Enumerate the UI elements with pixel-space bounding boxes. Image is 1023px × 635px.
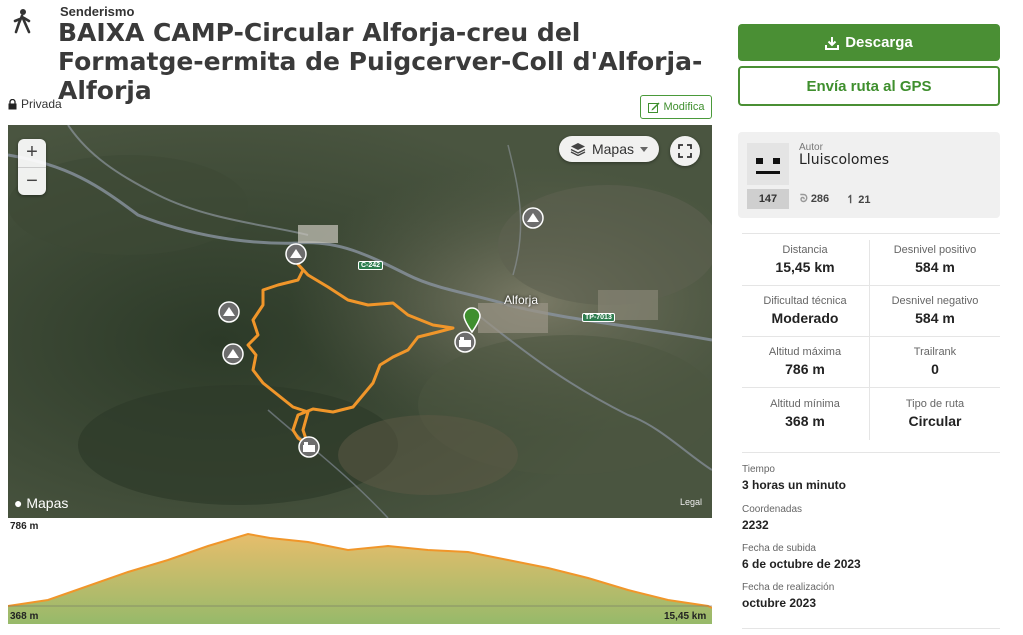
elevation-max-label: 786 m (10, 521, 39, 532)
elevation-distance-label: 15,45 km (664, 611, 707, 622)
detail-label: Fecha de subida (742, 543, 816, 554)
detail-value: 6 de octubre de 2023 (742, 557, 861, 571)
divider (742, 628, 1000, 629)
edit-label: Modifica (663, 101, 705, 113)
detail-label: Fecha de realización (742, 582, 835, 593)
waypoint-marker-icon[interactable] (454, 331, 476, 353)
stat-trailrank: Trailrank 0 (870, 346, 1000, 377)
author-rank-badge: 147 (747, 189, 789, 209)
download-icon (825, 36, 840, 50)
page-title: BAIXA CAMP-Circular Alforja-creu del For… (58, 18, 703, 105)
lock-icon (8, 98, 17, 109)
start-pin-icon[interactable] (463, 307, 481, 333)
map-legal-link[interactable]: Legal (680, 497, 702, 507)
stat-label: Desnivel negativo (891, 295, 979, 307)
stat-distance: Distancia 15,45 km (740, 244, 870, 275)
privacy-status: Privada (8, 97, 62, 111)
elevation-min-label: 368 m (10, 611, 39, 622)
stat-label: Tipo de ruta (905, 398, 965, 410)
fullscreen-button[interactable] (670, 136, 700, 166)
detail-upload-date: Fecha de subida 6 de octubre de 2023 (742, 543, 861, 571)
privacy-label: Privada (21, 97, 62, 111)
followers-icon: ᘐ (800, 193, 808, 205)
author-name[interactable]: Lluiscolomes (799, 152, 889, 168)
detail-coordinates: Coordenadas 2232 (742, 504, 802, 532)
author-followers: ᘐ 286 (800, 193, 829, 206)
activity-type: Senderismo (60, 4, 135, 19)
stat-label: Dificultad técnica (763, 295, 847, 307)
map-type-selector[interactable]: Mapas (559, 136, 659, 162)
stat-route-type: Tipo de ruta Circular (870, 398, 1000, 429)
divider (742, 387, 1000, 388)
author-card[interactable]: Autor Lluiscolomes 147 ᘐ 286 ↿ 21 (738, 132, 1000, 218)
stat-elevation-loss: Desnivel negativo 584 m (870, 295, 1000, 326)
summit-marker-icon[interactable] (222, 343, 244, 365)
edit-button[interactable]: Modifica (640, 95, 712, 119)
summit-marker-icon[interactable] (522, 207, 544, 229)
summit-marker-icon[interactable] (285, 243, 307, 265)
fullscreen-icon (678, 144, 692, 158)
stat-label: Desnivel positivo (893, 244, 977, 256)
author-following: ↿ 21 (846, 193, 871, 206)
detail-value: 3 horas un minuto (742, 478, 847, 492)
stat-value: 786 m (785, 361, 825, 377)
download-button[interactable]: Descarga (738, 24, 1000, 61)
stat-value: 0 (931, 361, 939, 377)
stat-value: 15,45 km (775, 259, 835, 275)
avatar[interactable] (747, 143, 789, 185)
edit-icon (647, 102, 660, 113)
summit-marker-icon[interactable] (218, 301, 240, 323)
stat-value: Moderado (771, 310, 839, 326)
zoom-in-button[interactable]: + (18, 139, 46, 167)
map-provider-logo: ● Mapas (14, 495, 68, 511)
stat-value: 584 m (915, 259, 955, 275)
elevation-profile[interactable] (7, 520, 713, 624)
layers-icon (570, 143, 586, 156)
divider (742, 336, 1000, 337)
followers-count: 286 (810, 193, 830, 205)
stat-value: Circular (908, 413, 962, 429)
following-icon: ↿ (846, 194, 856, 206)
stat-value: 584 m (915, 310, 955, 326)
hiking-icon (12, 8, 34, 34)
stat-technical-difficulty: Dificultad técnica Moderado (740, 295, 870, 326)
apple-logo-icon: ● (14, 495, 23, 511)
stat-value: 368 m (785, 413, 825, 429)
stat-label: Distancia (782, 244, 828, 256)
zoom-out-button[interactable]: − (18, 166, 46, 196)
stat-label: Altitud mínima (770, 398, 840, 410)
detail-value: octubre 2023 (742, 596, 817, 610)
following-count: 21 (858, 194, 871, 206)
download-label: Descarga (845, 34, 913, 51)
detail-value: 2232 (742, 518, 769, 532)
stat-elevation-gain: Desnivel positivo 584 m (870, 244, 1000, 275)
town-label: Alforja (504, 293, 539, 307)
chevron-down-icon (640, 146, 649, 152)
divider (742, 285, 1000, 286)
route-map[interactable]: C-242 TP-7013 Alforja + − Mapas ● Mapas … (8, 125, 712, 518)
detail-time: Tiempo 3 horas un minuto (742, 464, 846, 492)
send-to-gps-button[interactable]: Envía ruta al GPS (738, 66, 1000, 106)
road-label: C-242 (358, 261, 384, 270)
divider (742, 233, 1000, 234)
stat-max-altitude: Altitud máxima 786 m (740, 346, 870, 377)
road-label: TP-7013 (582, 313, 615, 322)
stat-label: Altitud máxima (768, 346, 842, 358)
detail-label: Coordenadas (742, 504, 803, 515)
stat-min-altitude: Altitud mínima 368 m (740, 398, 870, 429)
waypoint-marker-icon[interactable] (298, 436, 320, 458)
divider (742, 452, 1000, 453)
zoom-control: + − (18, 139, 46, 195)
map-type-label: Mapas (591, 141, 635, 157)
detail-label: Tiempo (742, 464, 775, 475)
stat-label: Trailrank (913, 346, 957, 358)
detail-completion-date: Fecha de realización octubre 2023 (742, 582, 834, 610)
map-provider-label: Mapas (26, 495, 69, 511)
